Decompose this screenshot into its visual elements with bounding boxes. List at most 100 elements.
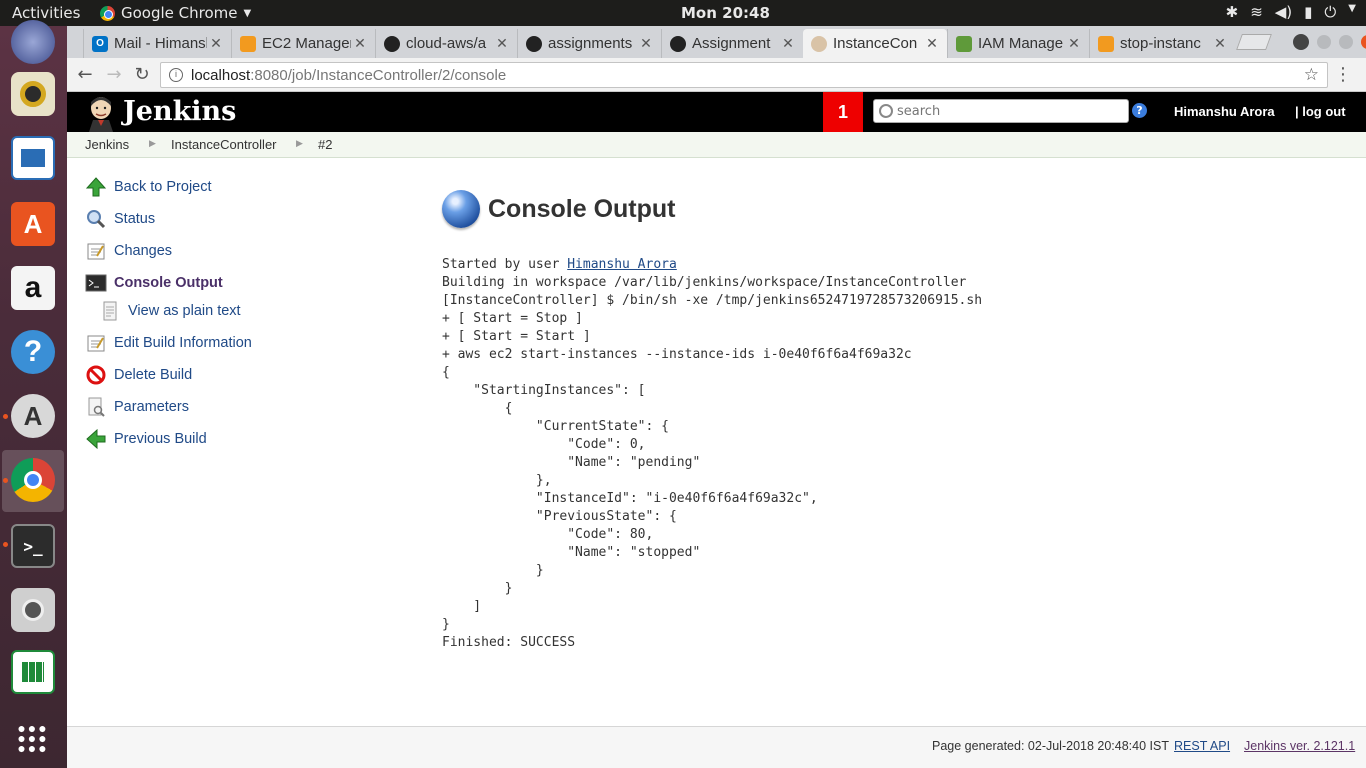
tab-stop-instance[interactable]: stop-instanc ✕: [1089, 29, 1235, 58]
jenkins-butler-logo[interactable]: [85, 96, 117, 132]
running-indicator: [3, 542, 8, 547]
aws-icon: [1098, 35, 1114, 52]
notification-badge[interactable]: 1: [823, 92, 863, 132]
maximize-icon[interactable]: [1339, 35, 1353, 49]
notepad-icon: [85, 332, 107, 354]
launcher-dock: A a ? A >_ ●●● ●●● ●●●: [0, 20, 67, 768]
aws-iam-icon: [956, 35, 972, 52]
app-menu[interactable]: Google Chrome ▼: [100, 4, 251, 22]
breadcrumb-arrow-icon[interactable]: ▶: [296, 138, 303, 149]
info-icon[interactable]: i: [169, 68, 183, 82]
chevron-down-icon: ▼: [243, 7, 252, 19]
tab-ec2[interactable]: EC2 Management ✕: [231, 29, 375, 58]
task-parameters[interactable]: Parameters: [85, 395, 189, 419]
task-label: Delete Build: [114, 367, 193, 383]
close-icon[interactable]: ✕: [923, 35, 941, 52]
software-updater-icon[interactable]: A: [11, 394, 55, 438]
chrome-icon[interactable]: [11, 458, 55, 502]
breadcrumb-job[interactable]: InstanceController: [171, 137, 277, 152]
task-back-to-project[interactable]: Back to Project: [85, 175, 212, 199]
address-bar[interactable]: i localhost:8080/job/InstanceController/…: [160, 62, 1328, 88]
volume-icon[interactable]: ◀): [1275, 3, 1292, 21]
task-status[interactable]: Status: [85, 207, 155, 231]
tab-github-assignment[interactable]: Assignment ✕: [661, 29, 803, 58]
bookmark-star-icon[interactable]: ☆: [1304, 65, 1319, 85]
search-input[interactable]: [897, 103, 1127, 119]
window-controls: [1293, 34, 1366, 50]
task-changes[interactable]: Changes: [85, 239, 172, 263]
breadcrumb-build[interactable]: #2: [318, 137, 332, 152]
tab-mail[interactable]: O Mail - Himanshu ✕: [83, 29, 231, 58]
page-generated-text: Page generated: 02-Jul-2018 20:48:40 IST: [932, 739, 1169, 753]
tab-title: InstanceCon: [833, 35, 918, 52]
close-icon[interactable]: ✕: [779, 35, 797, 52]
console-user-link[interactable]: Himanshu Arora: [567, 257, 677, 272]
forward-icon[interactable]: →: [103, 64, 125, 86]
task-delete-build[interactable]: Delete Build: [85, 363, 192, 387]
tab-instance-controller[interactable]: InstanceCon ✕: [803, 29, 947, 58]
profile-icon[interactable]: [1293, 34, 1309, 50]
battery-icon[interactable]: ▮: [1304, 3, 1312, 21]
task-edit-build-information[interactable]: Edit Build Information: [85, 331, 252, 355]
minimize-icon[interactable]: [1317, 35, 1331, 49]
show-applications-icon[interactable]: ●●● ●●● ●●●: [11, 716, 55, 760]
jenkins-version-link[interactable]: Jenkins ver. 2.121.1: [1244, 739, 1355, 753]
rhythmbox-icon[interactable]: [11, 72, 55, 116]
wifi-icon[interactable]: ≋: [1250, 3, 1263, 21]
close-icon[interactable]: ✕: [637, 35, 655, 52]
build-status-ball-icon: [442, 190, 480, 228]
tab-github-assignments[interactable]: assignments ✕: [517, 29, 661, 58]
task-console-output[interactable]: Console Output: [85, 271, 223, 295]
tab-github-cloud-aws[interactable]: cloud-aws/a ✕: [375, 29, 517, 58]
activities-button[interactable]: Activities: [12, 4, 80, 22]
gnome-top-bar: Activities Google Chrome ▼ Mon 20:48 ✱ ≋…: [0, 0, 1366, 26]
task-label: Status: [114, 211, 156, 227]
jenkins-icon: [811, 35, 827, 52]
task-label: Console Output: [114, 275, 223, 291]
close-icon[interactable]: ✕: [207, 35, 225, 52]
rest-api-link[interactable]: REST API: [1174, 739, 1230, 753]
camera-icon[interactable]: [11, 588, 55, 632]
back-icon[interactable]: ←: [74, 64, 96, 86]
notepad-icon: [85, 240, 107, 262]
close-window-icon[interactable]: [1361, 35, 1366, 49]
libreoffice-writer-icon[interactable]: [11, 136, 55, 180]
task-label: Edit Build Information: [114, 335, 252, 351]
thunderbird-icon[interactable]: [11, 20, 55, 64]
system-tray[interactable]: ✱ ≋ ◀) ▮ ⏻ ▼: [1226, 3, 1356, 21]
search-box: [873, 99, 1129, 123]
no-entry-icon: [85, 364, 107, 386]
github-icon: [526, 35, 542, 52]
ubuntu-software-icon[interactable]: A: [11, 202, 55, 246]
chrome-menu-icon[interactable]: ⋮: [1334, 64, 1352, 85]
breadcrumb-jenkins[interactable]: Jenkins: [85, 137, 129, 152]
reload-icon[interactable]: ↻: [131, 64, 153, 86]
libreoffice-calc-icon[interactable]: [11, 650, 55, 694]
tab-title: IAM Manage: [978, 35, 1064, 52]
task-view-plain-text[interactable]: View as plain text: [99, 299, 241, 323]
page-title: Console Output: [488, 194, 676, 223]
user-link[interactable]: Himanshu Arora: [1174, 104, 1275, 119]
amazon-icon[interactable]: a: [11, 266, 55, 310]
close-icon[interactable]: ✕: [1065, 35, 1083, 52]
help-icon[interactable]: ?: [11, 330, 55, 374]
jenkins-logo-text[interactable]: Jenkins: [123, 96, 236, 127]
power-icon[interactable]: ⏻: [1324, 3, 1336, 21]
new-tab-button[interactable]: [1236, 34, 1272, 50]
close-icon[interactable]: ✕: [351, 35, 369, 52]
chevron-down-icon[interactable]: ▼: [1348, 3, 1356, 21]
main-panel: Console Output Started by user Himanshu …: [442, 190, 982, 650]
tab-title: Mail - Himanshu: [114, 35, 207, 52]
close-icon[interactable]: ✕: [493, 35, 511, 52]
clock[interactable]: Mon 20:48: [681, 4, 770, 22]
terminal-icon[interactable]: >_: [11, 524, 55, 568]
logout-link[interactable]: | log out: [1295, 104, 1346, 119]
breadcrumb-arrow-icon[interactable]: ▶: [149, 138, 156, 149]
tab-iam[interactable]: IAM Manage ✕: [947, 29, 1089, 58]
close-icon[interactable]: ✕: [1211, 35, 1229, 52]
accessibility-icon[interactable]: ✱: [1226, 3, 1239, 21]
help-icon[interactable]: ?: [1132, 103, 1147, 118]
chrome-icon: [100, 5, 115, 21]
search-icon: [879, 104, 893, 118]
task-previous-build[interactable]: Previous Build: [85, 427, 207, 451]
